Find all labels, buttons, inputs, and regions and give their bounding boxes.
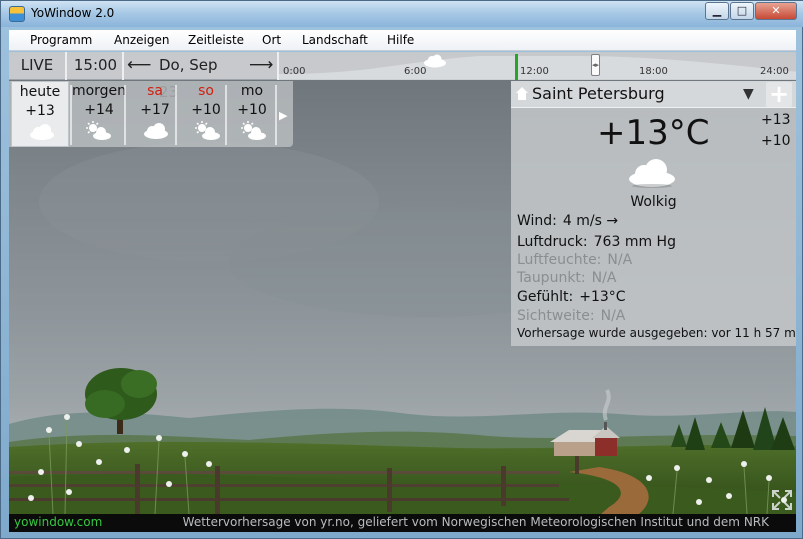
menu-bar: Programm Anzeigen Zeitleiste Ort Landsch…	[9, 30, 796, 51]
high-temperature: +13	[761, 112, 791, 128]
day-name: mo	[240, 83, 264, 99]
detail-value: 763 mm Hg	[593, 234, 676, 250]
status-bar: yowindow.com Wettervorhersage von yr.no,…	[9, 514, 796, 532]
detail-wind: Wind: 4 m/s →	[517, 213, 618, 229]
detail-value: N/A	[600, 308, 626, 324]
current-time: 15:00	[69, 52, 124, 80]
timeline-tick: 18:00	[639, 66, 668, 77]
issued-value: vor 11 h 57 min	[711, 326, 796, 340]
next-days-arrow-icon[interactable]: ▶	[279, 109, 289, 122]
maximize-button[interactable]: □	[730, 2, 754, 20]
weather-condition: Wolkig	[630, 194, 677, 210]
current-temperature: +13°C	[597, 113, 710, 153]
detail-dewpoint: Taupunkt: N/A	[517, 270, 616, 286]
previous-day-arrow-icon[interactable]: ⟵	[127, 55, 151, 75]
timeline-slider[interactable]: 0:00 6:00 12:00 18:00 24:00 ◂▸	[277, 52, 796, 80]
sun-cloud-icon	[86, 121, 111, 140]
day-temperature: +10	[237, 102, 267, 118]
day-name: heute	[19, 84, 61, 100]
detail-humidity: Luftfeuchte: N/A	[517, 252, 632, 268]
menu-landschaft[interactable]: Landschaft	[302, 33, 368, 47]
sun-cloud-icon	[241, 121, 266, 140]
detail-label: Luftfeuchte:	[517, 252, 602, 268]
menu-programm[interactable]: Programm	[30, 33, 92, 47]
home-icon	[516, 87, 528, 100]
app-window: YoWindow 2.0 ▁ □ ✕ Programm Anzeigen Zei…	[0, 0, 803, 539]
current-weather-panel: Saint Petersburg ▼ + +13°C +13 +10 Wolki…	[511, 81, 796, 346]
timeline-tick: 24:00	[760, 66, 789, 77]
cloud-icon	[144, 123, 168, 139]
day-tile-today[interactable]: heute +13	[11, 81, 69, 147]
yowindow-app-icon	[9, 6, 25, 22]
live-button[interactable]: LIVE	[9, 52, 67, 80]
menu-zeitleiste[interactable]: Zeitleiste	[188, 33, 244, 47]
detail-value: N/A	[607, 252, 633, 268]
detail-value: +13°C	[579, 289, 626, 305]
fullscreen-icon[interactable]	[771, 489, 793, 511]
cloud-icon	[629, 159, 675, 188]
detail-feels-like: Gefühlt: +13°C	[517, 289, 626, 305]
location-name[interactable]: Saint Petersburg	[532, 84, 665, 103]
forecast-issued: Vorhersage wurde ausgegeben: vor 11 h 57…	[517, 326, 796, 340]
detail-label: Gefühlt:	[517, 289, 574, 305]
add-location-button[interactable]: +	[766, 82, 792, 107]
cloud-icon	[30, 124, 54, 140]
day-separator	[275, 85, 277, 145]
location-header: Saint Petersburg ▼ +	[511, 81, 796, 108]
minimize-button[interactable]: ▁	[705, 2, 729, 20]
close-button[interactable]: ✕	[755, 2, 797, 20]
detail-label: Luftdruck:	[517, 234, 588, 250]
detail-value: N/A	[591, 270, 617, 286]
issued-label: Vorhersage wurde ausgegeben:	[517, 326, 708, 340]
timeline-tick: 0:00	[283, 66, 306, 77]
time-bar: LIVE 15:00 ⟵ Do, Sep 23 ⟶ 0:00 6:00 12:0…	[9, 52, 796, 101]
low-temperature: +10	[761, 133, 791, 149]
detail-pressure: Luftdruck: 763 mm Hg	[517, 234, 676, 250]
window-title: YoWindow 2.0	[31, 6, 115, 20]
timeline-handle[interactable]: ◂▸	[591, 54, 600, 76]
forecast-credits[interactable]: Wettervorhersage von yr.no, geliefert vo…	[183, 515, 769, 529]
sun-cloud-icon	[195, 121, 220, 140]
timeline-tick: 6:00	[404, 66, 427, 77]
detail-label: Wind:	[517, 213, 557, 229]
location-dropdown-icon[interactable]: ▼	[743, 86, 754, 102]
weather-view: LIVE 15:00 ⟵ Do, Sep 23 ⟶ 0:00 6:00 12:0…	[9, 52, 796, 532]
yowindow-link[interactable]: yowindow.com	[14, 515, 102, 529]
detail-value: 4 m/s →	[562, 213, 619, 229]
current-date: Do, Sep 23	[159, 56, 218, 101]
detail-visibility: Sichtweite: N/A	[517, 308, 625, 324]
detail-label: Taupunkt:	[517, 270, 586, 286]
timeline-tick: 12:00	[520, 66, 549, 77]
menu-anzeigen[interactable]: Anzeigen	[114, 33, 169, 47]
daily-forecast-strip: heute +13 morgen +14 sa +17 so +10 mo +1…	[9, 81, 293, 147]
current-time-marker	[515, 54, 518, 80]
detail-label: Sichtweite:	[517, 308, 595, 324]
menu-hilfe[interactable]: Hilfe	[387, 33, 414, 47]
menu-ort[interactable]: Ort	[262, 33, 281, 47]
title-bar: YoWindow 2.0 ▁ □ ✕	[1, 1, 803, 27]
next-day-arrow-icon[interactable]: ⟶	[249, 55, 273, 75]
day-temperature: +13	[25, 103, 55, 119]
day-tile-monday[interactable]: mo +10	[223, 81, 281, 147]
